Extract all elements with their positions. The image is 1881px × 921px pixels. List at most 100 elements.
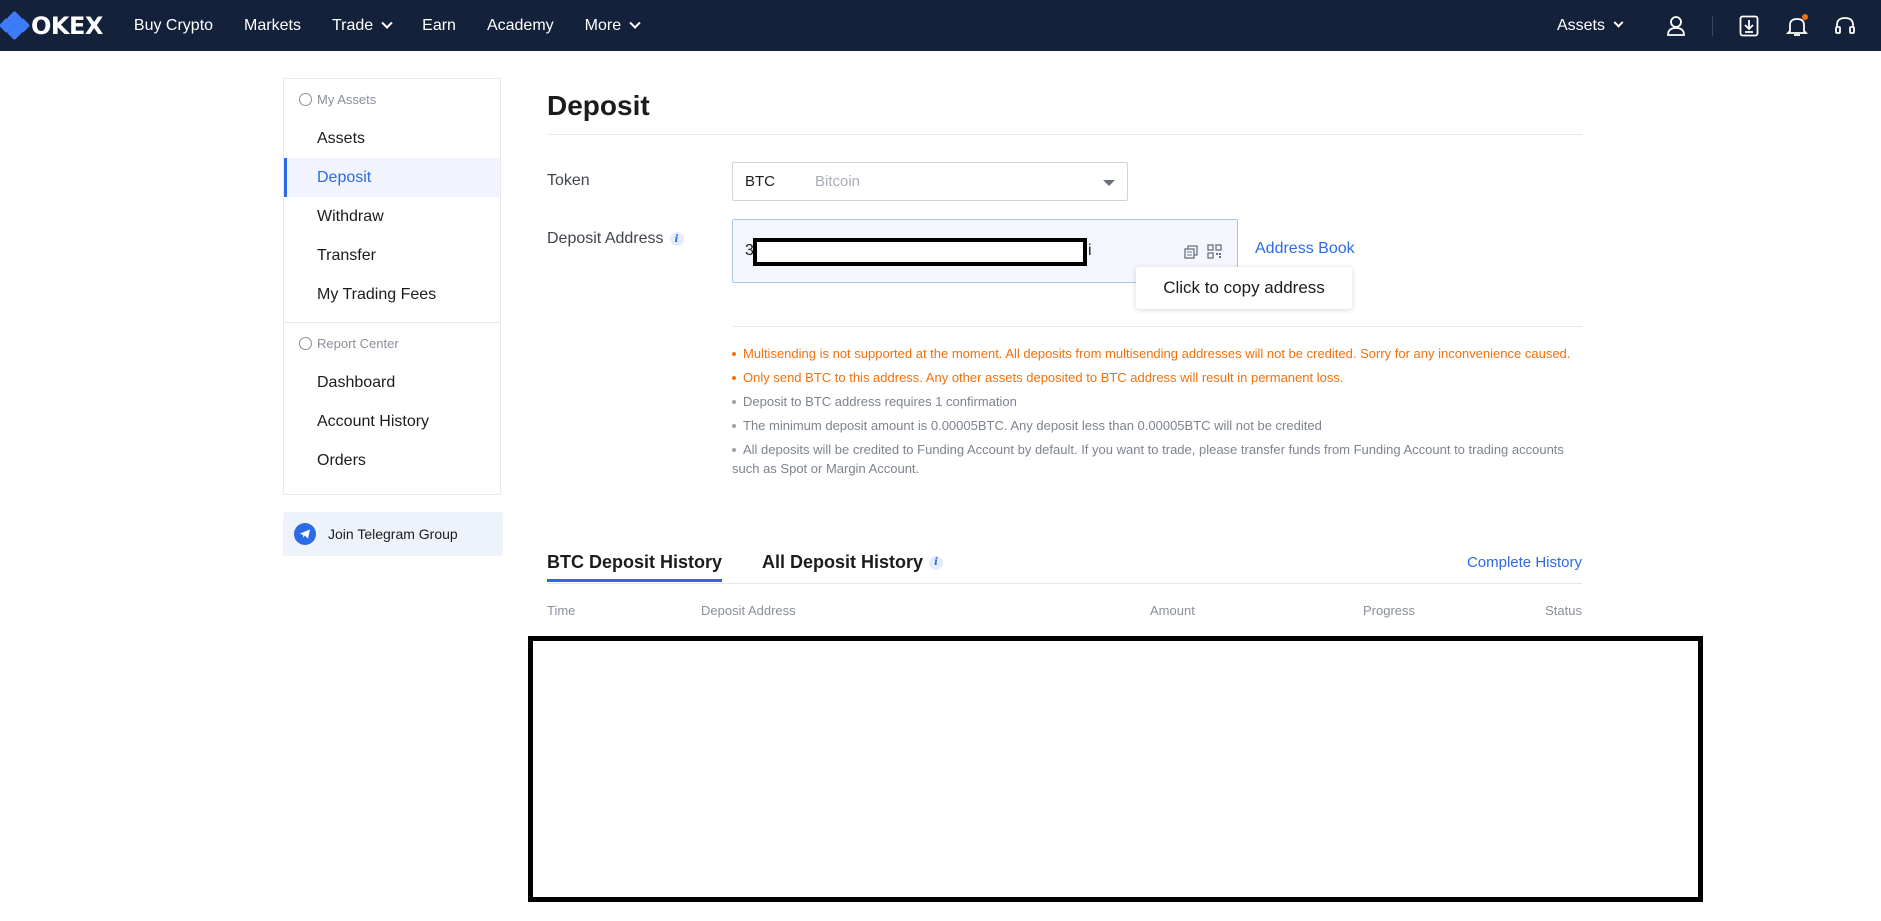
pie-chart-icon bbox=[299, 92, 312, 106]
note-text: Deposit to BTC address requires 1 confir… bbox=[743, 394, 1017, 409]
note-info: The minimum deposit amount is 0.00005BTC… bbox=[732, 416, 1582, 435]
nav-buy-crypto-label: Buy Crypto bbox=[133, 16, 214, 34]
tab-label: BTC Deposit History bbox=[547, 552, 723, 572]
note-warning: Only send BTC to this address. Any other… bbox=[732, 368, 1582, 387]
qr-code-icon[interactable] bbox=[1207, 244, 1222, 259]
sidebar-item-orders[interactable]: Orders bbox=[284, 441, 500, 480]
deposit-address-label: Deposit Address i bbox=[547, 230, 684, 248]
nav-assets-dropdown[interactable]: Assets bbox=[1556, 16, 1624, 35]
sidebar-item-label: Account History bbox=[317, 412, 430, 430]
note-text: The minimum deposit amount is 0.00005BTC… bbox=[743, 418, 1322, 433]
sidebar-item-label: Dashboard bbox=[317, 373, 396, 391]
logo-text: OKEX bbox=[31, 11, 103, 40]
sidebar-group-report-center: Report Center bbox=[284, 323, 500, 363]
deposit-address-label-text: Deposit Address bbox=[547, 230, 664, 247]
nav-trade[interactable]: Trade bbox=[331, 16, 393, 35]
sidebar-group-title: Report Center bbox=[317, 335, 399, 351]
tab-label: All Deposit History bbox=[762, 552, 924, 572]
tab-all-deposit-history[interactable]: All Deposit History i bbox=[762, 552, 944, 573]
info-icon[interactable]: i bbox=[669, 232, 684, 246]
column-progress: Progress bbox=[1363, 603, 1416, 618]
sidebar-item-account-history[interactable]: Account History bbox=[284, 402, 500, 441]
bullet-dot bbox=[732, 351, 736, 356]
deposit-notes: Multisending is not supported at the mom… bbox=[732, 344, 1582, 483]
bell-icon[interactable] bbox=[1785, 13, 1809, 38]
nav-trade-label: Trade bbox=[331, 16, 374, 34]
tab-btc-deposit-history[interactable]: BTC Deposit History bbox=[547, 552, 723, 582]
address-suffix: i bbox=[1088, 242, 1092, 259]
token-name: Bitcoin bbox=[815, 173, 861, 190]
okex-logo-icon bbox=[0, 10, 31, 40]
download-icon[interactable] bbox=[1737, 14, 1761, 38]
sidebar-item-label: Withdraw bbox=[317, 207, 384, 225]
chevron-down-icon bbox=[381, 17, 393, 29]
sidebar-item-label: Deposit bbox=[317, 168, 372, 186]
telegram-icon bbox=[294, 523, 316, 545]
nav-markets-label: Markets bbox=[244, 16, 301, 34]
bullet-dot bbox=[732, 399, 736, 404]
user-icon[interactable] bbox=[1664, 14, 1688, 38]
notification-dot bbox=[1802, 13, 1808, 20]
okex-logo[interactable]: OKEX bbox=[0, 0, 103, 51]
column-deposit-address: Deposit Address bbox=[701, 603, 796, 618]
nav-buy-crypto[interactable]: Buy Crypto bbox=[134, 17, 213, 35]
nav-more-label: More bbox=[584, 16, 622, 34]
sidebar-item-label: My Trading Fees bbox=[317, 285, 437, 303]
page-title: Deposit bbox=[547, 90, 650, 121]
nav-markets[interactable]: Markets bbox=[244, 17, 301, 35]
sidebar-item-withdraw[interactable]: Withdraw bbox=[284, 197, 500, 236]
top-nav: OKEX Buy Crypto Markets Trade Earn Acade… bbox=[0, 0, 1881, 51]
sidebar-group-my-assets: My Assets bbox=[284, 79, 500, 119]
note-warning: Multisending is not supported at the mom… bbox=[732, 344, 1582, 363]
caret-down-icon bbox=[1103, 180, 1115, 186]
sidebar-item-label: Assets bbox=[317, 129, 366, 147]
copy-icon[interactable] bbox=[1184, 245, 1198, 259]
note-text: Only send BTC to this address. Any other… bbox=[743, 370, 1344, 385]
nav-separator bbox=[1712, 15, 1713, 36]
main-menu: Buy Crypto Markets Trade Earn Academy Mo… bbox=[134, 17, 670, 35]
nav-earn-label: Earn bbox=[422, 16, 456, 34]
nav-academy-label: Academy bbox=[486, 16, 554, 34]
note-info: All deposits will be credited to Funding… bbox=[732, 440, 1582, 478]
nav-right: Assets bbox=[1557, 0, 1881, 51]
join-telegram-button[interactable]: Join Telegram Group bbox=[283, 512, 503, 556]
token-symbol: BTC bbox=[745, 173, 775, 190]
address-redaction bbox=[753, 238, 1087, 266]
bullet-dot bbox=[732, 447, 736, 452]
bullet-dot bbox=[732, 375, 736, 380]
info-icon[interactable]: i bbox=[929, 555, 944, 570]
column-time: Time bbox=[547, 603, 576, 618]
column-status: Status bbox=[1545, 603, 1582, 618]
sidebar-item-dashboard[interactable]: Dashboard bbox=[284, 363, 500, 402]
complete-history-link[interactable]: Complete History bbox=[1467, 554, 1582, 571]
telegram-label: Join Telegram Group bbox=[328, 526, 458, 542]
note-text: All deposits will be credited to Funding… bbox=[732, 442, 1564, 476]
sidebar-item-transfer[interactable]: Transfer bbox=[284, 236, 500, 275]
token-select[interactable]: BTC Bitcoin bbox=[732, 162, 1128, 201]
bullet-dot bbox=[732, 423, 736, 428]
title-divider bbox=[547, 134, 1582, 135]
history-table-redaction bbox=[528, 636, 1703, 902]
history-tabs: BTC Deposit History All Deposit History i… bbox=[547, 548, 1582, 584]
sidebar-item-trading-fees[interactable]: My Trading Fees bbox=[284, 275, 500, 314]
sidebar-item-deposit[interactable]: Deposit bbox=[284, 158, 500, 197]
table-header: Time Deposit Address Amount Progress Sta… bbox=[547, 603, 1582, 623]
nav-earn[interactable]: Earn bbox=[422, 17, 456, 35]
nav-more[interactable]: More bbox=[584, 16, 641, 35]
notes-divider bbox=[732, 326, 1582, 327]
nav-assets-label: Assets bbox=[1556, 16, 1605, 34]
headset-icon[interactable] bbox=[1833, 14, 1857, 38]
token-label-text: Token bbox=[547, 172, 590, 189]
sidebar-item-label: Orders bbox=[317, 451, 366, 469]
column-amount: Amount bbox=[1150, 603, 1195, 618]
address-book-link[interactable]: Address Book bbox=[1255, 240, 1355, 258]
chevron-down-icon bbox=[1613, 17, 1624, 28]
chevron-down-icon bbox=[629, 17, 641, 29]
nav-academy[interactable]: Academy bbox=[487, 17, 554, 35]
sidebar-group-title: My Assets bbox=[317, 91, 377, 107]
note-info: Deposit to BTC address requires 1 confir… bbox=[732, 392, 1582, 411]
report-icon bbox=[299, 336, 312, 350]
sidebar-item-assets[interactable]: Assets bbox=[284, 119, 500, 158]
token-label: Token bbox=[547, 172, 590, 190]
copy-tooltip: Click to copy address bbox=[1136, 267, 1352, 309]
